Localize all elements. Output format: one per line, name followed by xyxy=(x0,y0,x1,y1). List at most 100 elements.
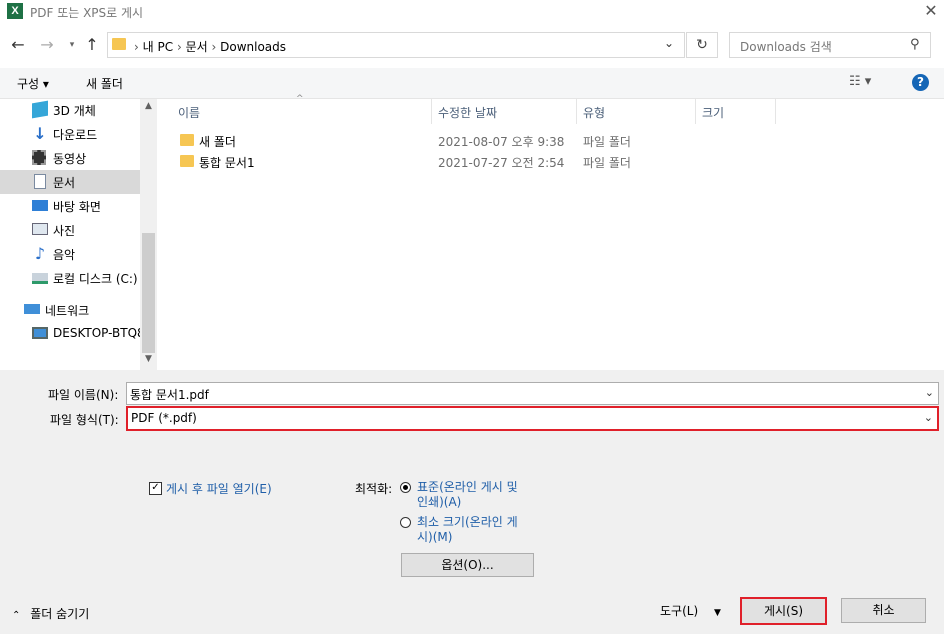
label-line: 인쇄)(A) xyxy=(417,495,462,509)
sidebar-item-pictures[interactable]: 사진 xyxy=(0,218,140,242)
sidebar-item-label: 바탕 화면 xyxy=(53,200,101,214)
sidebar-item-label: 동영상 xyxy=(53,152,87,166)
sort-ascending-icon: ^ xyxy=(296,94,304,104)
sidebar-item-label: 로컬 디스크 (C:) xyxy=(53,272,138,286)
optimize-minimum-radio[interactable] xyxy=(400,517,411,528)
column-header-type[interactable]: 유형 xyxy=(583,104,605,121)
help-icon[interactable]: ? xyxy=(912,74,929,91)
optimize-label: 최적화: xyxy=(355,482,393,496)
column-header-size[interactable]: 크기 xyxy=(702,104,724,121)
file-type: 파일 폴더 xyxy=(583,135,631,149)
sidebar-item-label: 네트워크 xyxy=(45,304,90,318)
filetype-label: 파일 형식(T): xyxy=(50,413,119,427)
computer-icon xyxy=(32,327,48,339)
window-title: PDF 또는 XPS로 게시 xyxy=(30,6,144,20)
sidebar-item-documents[interactable]: 문서 xyxy=(0,170,140,194)
hide-folders-toggle[interactable]: ⌃ 폴더 숨기기 xyxy=(12,605,89,622)
chevron-down-icon[interactable]: ⌄ xyxy=(925,386,934,399)
label-line: 표준(온라인 게시 및 xyxy=(417,480,518,494)
scroll-down-icon[interactable]: ▼ xyxy=(140,354,157,370)
new-folder-button[interactable]: 새 폴더 xyxy=(86,75,123,92)
command-toolbar xyxy=(0,68,944,99)
sidebar-item-3d-objects[interactable]: 3D 개체 xyxy=(0,98,140,122)
sidebar-item-downloads[interactable]: ↓ 다운로드 xyxy=(0,122,140,146)
sidebar-item-desktop[interactable]: 바탕 화면 xyxy=(0,194,140,218)
desktop-icon xyxy=(32,200,48,211)
open-after-publish-label[interactable]: 게시 후 파일 열기(E) xyxy=(166,480,272,497)
column-header-name[interactable]: 이름 xyxy=(178,104,200,121)
tools-menu[interactable]: 도구(L) ▼ xyxy=(660,602,721,619)
music-icon: ♪ xyxy=(34,244,46,263)
breadcrumb: › 내 PC › 문서 › Downloads xyxy=(134,40,287,54)
search-icon[interactable]: ⚲ xyxy=(910,37,920,52)
sidebar-item-label: 3D 개체 xyxy=(53,104,96,118)
search-box[interactable]: Downloads 검색 ⚲ xyxy=(729,32,931,58)
document-icon xyxy=(34,174,46,189)
sidebar-item-local-disk[interactable]: 로컬 디스크 (C:) xyxy=(0,266,140,290)
organize-button[interactable]: 구성 ▾ xyxy=(17,75,49,92)
sidebar-item-label: 음악 xyxy=(53,248,76,262)
up-arrow-icon[interactable]: ↑ xyxy=(83,35,101,55)
column-divider[interactable] xyxy=(576,99,577,124)
sidebar-item-label: 문서 xyxy=(53,176,76,190)
breadcrumb-item[interactable]: 문서 xyxy=(186,40,208,54)
publish-button[interactable]: 게시(S) xyxy=(740,597,827,625)
column-divider[interactable] xyxy=(431,99,432,124)
table-row[interactable]: 통합 문서1 2021-07-27 오전 2:54 파일 폴더 xyxy=(157,151,757,171)
3d-objects-icon xyxy=(32,100,48,119)
filetype-value: PDF (*.pdf) xyxy=(131,411,197,425)
forward-arrow-icon[interactable]: → xyxy=(38,35,56,55)
breadcrumb-item[interactable]: Downloads xyxy=(220,40,286,54)
folder-icon xyxy=(180,134,194,146)
breadcrumb-item[interactable]: 내 PC xyxy=(143,40,173,54)
chevron-down-icon[interactable]: ⌄ xyxy=(664,36,674,50)
hide-folders-label: 폴더 숨기기 xyxy=(30,607,90,621)
network-icon xyxy=(24,304,40,314)
sidebar-item-label: 다운로드 xyxy=(53,128,98,142)
excel-app-icon: X xyxy=(7,3,23,19)
tools-label: 도구(L) xyxy=(660,604,699,618)
table-row[interactable]: 새 폴더 2021-08-07 오후 9:38 파일 폴더 xyxy=(157,130,757,150)
download-icon: ↓ xyxy=(33,124,47,143)
back-arrow-icon[interactable]: ← xyxy=(9,35,27,55)
drive-icon xyxy=(32,273,48,284)
sidebar-item-videos[interactable]: 동영상 xyxy=(0,146,140,170)
filetype-select[interactable]: PDF (*.pdf) ⌄ xyxy=(126,406,939,431)
optimize-standard-label[interactable]: 표준(온라인 게시 및 인쇄)(A) xyxy=(417,480,518,510)
file-date: 2021-08-07 오후 9:38 xyxy=(438,135,565,149)
column-divider[interactable] xyxy=(695,99,696,124)
refresh-icon[interactable]: ↻ xyxy=(686,32,718,58)
file-name: 통합 문서1 xyxy=(199,156,255,170)
filename-label: 파일 이름(N): xyxy=(48,388,119,402)
label-line: 시)(M) xyxy=(417,530,453,544)
label-line: 최소 크기(온라인 게 xyxy=(417,515,518,529)
optimize-minimum-label[interactable]: 최소 크기(온라인 게 시)(M) xyxy=(417,515,518,545)
chevron-up-icon: ⌃ xyxy=(12,610,21,621)
view-options-icon[interactable]: ☷ ▾ xyxy=(849,74,871,89)
dropdown-arrow-icon: ▼ xyxy=(713,608,721,618)
optimize-standard-radio[interactable] xyxy=(400,482,411,493)
file-name: 새 폴더 xyxy=(199,135,236,149)
close-icon[interactable]: ✕ xyxy=(918,0,944,24)
recent-locations-chevron-icon[interactable]: ▾ xyxy=(63,35,81,55)
address-bar[interactable]: › 내 PC › 문서 › Downloads ⌄ xyxy=(107,32,685,58)
chevron-down-icon[interactable]: ⌄ xyxy=(924,411,933,424)
filename-value[interactable]: 통합 문서1.pdf xyxy=(130,386,209,403)
column-divider[interactable] xyxy=(775,99,776,124)
picture-icon xyxy=(32,223,48,235)
filename-field[interactable]: 통합 문서1.pdf ⌄ xyxy=(126,382,939,405)
sidebar-item-music[interactable]: ♪ 음악 xyxy=(0,242,140,266)
open-after-publish-checkbox[interactable]: ✓ xyxy=(149,482,162,495)
file-date: 2021-07-27 오전 2:54 xyxy=(438,156,565,170)
column-header-date[interactable]: 수정한 날짜 xyxy=(438,104,497,121)
scrollbar-thumb[interactable] xyxy=(142,233,155,353)
sidebar-item-label: DESKTOP-BTQ8 xyxy=(53,326,145,340)
options-button[interactable]: 옵션(O)... xyxy=(401,553,534,577)
cancel-button[interactable]: 취소 xyxy=(841,598,926,623)
sidebar-item-label: 사진 xyxy=(53,224,76,238)
search-input[interactable]: Downloads 검색 xyxy=(740,38,832,55)
sidebar-item-network[interactable]: 네트워크 xyxy=(0,298,140,322)
folder-icon xyxy=(180,155,194,167)
sidebar-item-computer[interactable]: DESKTOP-BTQ8 xyxy=(0,322,145,346)
scroll-up-icon[interactable]: ▲ xyxy=(140,101,157,117)
